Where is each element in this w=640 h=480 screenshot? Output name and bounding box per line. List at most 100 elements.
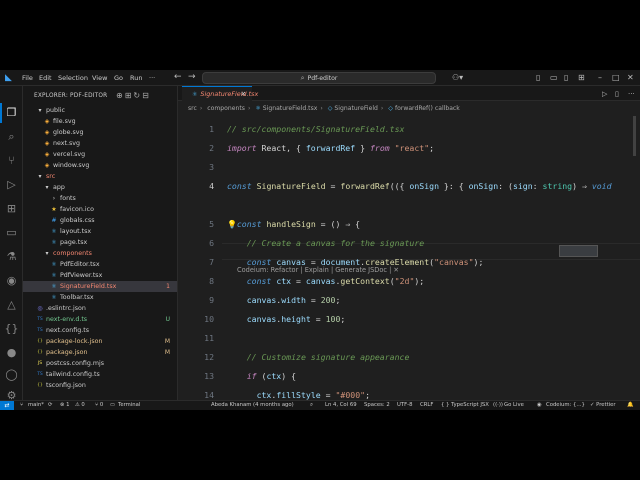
codeium-codelens[interactable]: Codeium: Refactor | Explain | Generate J… (237, 266, 399, 274)
language-mode[interactable]: { } TypeScript JSX (441, 402, 489, 408)
tree-item[interactable]: JS postcss.config.mjs (23, 358, 177, 369)
forward-arrow-icon[interactable]: → (188, 72, 196, 82)
tree-item[interactable]: ▾ components (23, 248, 177, 259)
breadcrumb-src[interactable]: src (188, 105, 197, 112)
codeium-status[interactable]: Codeium: {...} (546, 402, 585, 408)
tree-item[interactable]: ▾ public (23, 105, 177, 116)
zoom-icon[interactable]: ⌕ (310, 402, 313, 409)
encoding[interactable]: UTF-8 (397, 402, 412, 408)
menu-selection[interactable]: Selection (58, 74, 88, 82)
code-line[interactable]: canvas.height = 100; (227, 314, 346, 324)
tree-item[interactable]: ⚛ page.tsx (23, 237, 177, 248)
close-tab-icon[interactable]: ✕ (241, 87, 246, 101)
drive-icon[interactable]: △ (4, 298, 19, 312)
tree-item[interactable]: ◈ globe.svg (23, 127, 177, 138)
new-file-icon[interactable]: ⊕ (116, 91, 125, 100)
git-blame[interactable]: Abeda Khanam (4 months ago) (211, 402, 294, 408)
maximize-icon[interactable]: □ (612, 73, 620, 82)
account-icon[interactable]: ◯ (4, 368, 19, 382)
code-line[interactable]: ctx.fillStyle = "#000"; (227, 390, 370, 400)
notifications-icon[interactable]: 🔔 (627, 402, 634, 408)
menu-run[interactable]: Run (130, 74, 142, 82)
testing-icon[interactable]: ⚗ (4, 250, 19, 264)
minimize-icon[interactable]: – (598, 73, 602, 82)
tree-item[interactable]: ⚛ layout.tsx (23, 226, 177, 237)
run-icon[interactable]: ▷ (602, 90, 607, 98)
cursor-position[interactable]: Ln 4, Col 69 (325, 402, 357, 408)
breadcrumb-symbol[interactable]: SignatureField (334, 105, 377, 112)
code-line[interactable]: canvas.width = 200; (227, 295, 341, 305)
menu-more[interactable]: ··· (149, 74, 155, 82)
menu-edit[interactable]: Edit (39, 74, 52, 82)
menu-file[interactable]: File (22, 74, 33, 82)
breadcrumb-callback[interactable]: forwardRef() callback (395, 105, 460, 112)
warnings-count[interactable]: ⚠ 0 (75, 402, 85, 408)
back-arrow-icon[interactable]: ← (174, 72, 182, 82)
tree-item[interactable]: TS next.config.ts (23, 325, 177, 336)
ports-count[interactable]: ⑂ 0 (95, 402, 103, 408)
errors-count[interactable]: ⊗ 1 (60, 402, 70, 408)
tree-item[interactable]: ◈ window.svg (23, 160, 177, 171)
tree-item[interactable]: TS tailwind.config.ts (23, 369, 177, 380)
more-actions-icon[interactable]: ··· (628, 90, 635, 98)
menu-view[interactable]: View (92, 74, 107, 82)
toggle-secondary-sidebar-icon[interactable]: ▯ (564, 73, 568, 82)
collapse-all-icon[interactable]: ⊟ (142, 91, 151, 100)
terminal-button[interactable]: Terminal (118, 402, 140, 408)
toggle-sidebar-icon[interactable]: ▯ (536, 73, 540, 82)
tree-item[interactable]: ◈ vercel.svg (23, 149, 177, 160)
extensions-icon[interactable]: ⊞ (4, 202, 19, 216)
remote-indicator-icon[interactable]: ⇄ (0, 401, 14, 410)
tree-item[interactable]: {} package.json M (23, 347, 177, 358)
breadcrumb-file[interactable]: SignatureField.tsx (263, 105, 318, 112)
source-control-icon[interactable]: ⑂ (4, 154, 19, 168)
tree-item[interactable]: ▾ src (23, 171, 177, 182)
sync-icon[interactable]: ⟳ (48, 402, 52, 408)
command-center-search[interactable]: ⌕ Pdf-editor (202, 72, 436, 84)
copilot-icon[interactable]: ⚇▾ (452, 73, 463, 82)
tree-item[interactable]: {} tsconfig.json (23, 380, 177, 391)
code-line[interactable]: const SignatureField = forwardRef(({ onS… (227, 181, 612, 191)
tree-item[interactable]: ⚛ Toolbar.tsx (23, 292, 177, 303)
tree-item[interactable]: ◈ next.svg (23, 138, 177, 149)
prettier-status[interactable]: ✓ Prettier (590, 402, 616, 408)
scrollbar-thumb[interactable] (633, 116, 636, 156)
tree-item[interactable]: ▾ app (23, 182, 177, 193)
split-editor-icon[interactable]: ▯ (615, 90, 619, 98)
files-icon[interactable]: ❐ (4, 106, 19, 120)
code-line[interactable]: const ctx = canvas.getContext("2d"); (227, 276, 425, 286)
go-live-button[interactable]: Go Live (504, 402, 524, 408)
code-line[interactable]: if (ctx) { (227, 371, 296, 381)
code-line[interactable]: // Customize signature appearance (227, 352, 410, 362)
close-window-icon[interactable]: ✕ (627, 73, 634, 82)
code-line[interactable]: // src/components/SignatureField.tsx (227, 124, 404, 134)
bracket-icon[interactable]: {} (4, 322, 19, 336)
refresh-icon[interactable]: ↻ (133, 91, 142, 100)
json-icon[interactable]: ● (4, 346, 19, 360)
tree-item[interactable]: # globals.css (23, 215, 177, 226)
toggle-panel-icon[interactable]: ▭ (550, 73, 558, 82)
codeium-icon[interactable]: ◉ (4, 274, 19, 288)
tree-item[interactable]: TS next-env.d.ts U (23, 314, 177, 325)
code-line[interactable]: const handleSign = () ⇒ { (227, 219, 360, 229)
tree-item[interactable]: ⚛ PdfViewer.tsx (23, 270, 177, 281)
code-line[interactable]: import React, { forwardRef } from "react… (227, 143, 434, 153)
menu-go[interactable]: Go (114, 74, 123, 82)
tree-item[interactable]: ◈ file.svg (23, 116, 177, 127)
breadcrumb-components[interactable]: components (207, 105, 245, 112)
tree-item[interactable]: ⚛ SignatureField.tsx 1 (23, 281, 177, 292)
tree-item[interactable]: ◎ .eslintrc.json (23, 303, 177, 314)
indentation[interactable]: Spaces: 2 (364, 402, 390, 408)
search-icon[interactable]: ⌕ (4, 130, 19, 144)
tab-signaturefield[interactable]: ⚛ SignatureField.tsx ✕ (182, 86, 258, 101)
run-debug-icon[interactable]: ▷ (4, 178, 19, 192)
code-line[interactable]: // Create a canvas for the signature (227, 238, 424, 248)
line-ending[interactable]: CRLF (420, 402, 433, 408)
tree-item[interactable]: ⚛ PdfEditor.tsx (23, 259, 177, 270)
tree-item[interactable]: ★ favicon.ico (23, 204, 177, 215)
tree-item[interactable]: › fonts (23, 193, 177, 204)
branch-status[interactable]: main* (28, 402, 44, 408)
customize-layout-icon[interactable]: ⊞ (578, 73, 585, 82)
remote-icon[interactable]: ▭ (4, 226, 19, 240)
tree-item[interactable]: {} package-lock.json M (23, 336, 177, 347)
